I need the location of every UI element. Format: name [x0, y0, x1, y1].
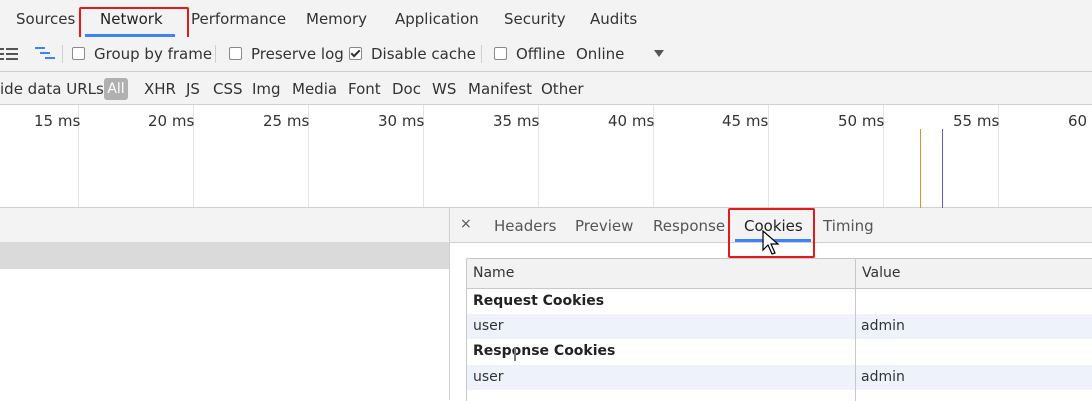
timeline-tick: 55 ms — [953, 112, 1000, 130]
timeline-tick: 50 ms — [838, 112, 885, 130]
section-label: Response Cookies — [473, 343, 616, 359]
column-divider — [855, 259, 856, 401]
mouse-pointer-icon — [762, 230, 780, 255]
tab-timing[interactable]: Timing — [823, 217, 874, 235]
tab-application[interactable]: Application — [395, 10, 479, 28]
timeline-tick: 25 ms — [263, 112, 310, 130]
timeline-tick: 40 ms — [608, 112, 655, 130]
filter-manifest[interactable]: Manifest — [468, 80, 532, 98]
cookies-table: Name Value Request Cookies user admin Re… — [466, 258, 1092, 401]
filter-font[interactable]: Font — [348, 80, 381, 98]
timeline-tick: 15 ms — [34, 112, 81, 130]
filter-other[interactable]: Other — [541, 80, 584, 98]
filter-ws[interactable]: WS — [432, 80, 456, 98]
filter-css[interactable]: CSS — [213, 80, 243, 98]
filter-bar: ide data URLs XHR JS CSS Img Media Font … — [0, 72, 1092, 105]
tab-response[interactable]: Response — [653, 217, 725, 235]
timeline-tick: 30 ms — [378, 112, 425, 130]
tab-headers[interactable]: Headers — [494, 217, 556, 235]
preserve-log-checkbox[interactable] — [229, 47, 242, 60]
timeline-tick: 45 ms — [722, 112, 769, 130]
column-header-name[interactable]: Name — [467, 259, 855, 289]
response-cookies-section: Response Cookies — [467, 339, 1092, 364]
table-row[interactable]: user admin — [467, 365, 1092, 390]
filter-img[interactable]: Img — [252, 80, 281, 98]
tab-sources[interactable]: Sources — [16, 10, 75, 28]
group-by-frame-checkbox[interactable] — [72, 47, 85, 60]
tab-performance[interactable]: Performance — [191, 10, 286, 28]
toolbar-divider — [62, 45, 63, 63]
dropdown-caret-icon[interactable] — [654, 50, 664, 57]
throttling-select[interactable]: Online — [576, 45, 624, 63]
timeline-tick: 35 ms — [493, 112, 540, 130]
toolbar-divider — [481, 45, 482, 63]
waterfall-icon[interactable] — [35, 47, 57, 61]
highlight-box-network-tab — [79, 7, 189, 40]
offline-checkbox[interactable] — [494, 47, 507, 60]
section-label: Request Cookies — [473, 293, 605, 309]
timeline-tick: 60 m — [1068, 112, 1092, 130]
filter-doc[interactable]: Doc — [392, 80, 421, 98]
request-list — [0, 208, 450, 400]
text-cursor-icon — [514, 347, 516, 361]
filter-all[interactable]: All — [104, 78, 128, 100]
selected-request-row[interactable] — [0, 243, 449, 269]
hide-data-urls-label[interactable]: ide data URLs — [0, 80, 104, 98]
timeline-tick: 20 ms — [148, 112, 195, 130]
cookie-name: user — [473, 318, 504, 334]
cookie-value: admin — [861, 318, 905, 334]
tab-security[interactable]: Security — [504, 10, 566, 28]
tab-audits[interactable]: Audits — [590, 10, 637, 28]
load-event-marker — [942, 129, 943, 209]
list-view-icon[interactable] — [0, 48, 20, 60]
toolbar-divider — [215, 45, 216, 63]
offline-option[interactable]: Offline — [494, 45, 565, 63]
cookie-value: admin — [861, 369, 905, 385]
tab-memory[interactable]: Memory — [306, 10, 367, 28]
filter-xhr[interactable]: XHR — [144, 80, 176, 98]
close-icon[interactable]: × — [460, 216, 472, 232]
network-overview-timeline: 15 ms 20 ms 25 ms 30 ms 35 ms 40 ms 45 m… — [0, 105, 1092, 209]
request-list-header — [0, 208, 449, 243]
group-by-frame-option[interactable]: Group by frame — [72, 45, 212, 63]
request-cookies-section: Request Cookies — [467, 289, 1092, 314]
disable-cache-checkbox[interactable] — [349, 47, 362, 60]
preserve-log-option[interactable]: Preserve log — [229, 45, 344, 63]
table-row[interactable]: user admin — [467, 314, 1092, 339]
cookie-name: user — [473, 369, 504, 385]
disable-cache-option[interactable]: Disable cache — [349, 45, 476, 63]
tab-preview[interactable]: Preview — [575, 217, 633, 235]
column-header-value[interactable]: Value — [856, 259, 1092, 289]
filter-js[interactable]: JS — [186, 80, 200, 98]
filter-media[interactable]: Media — [292, 80, 337, 98]
network-toolbar: Group by frame Preserve log Disable cach… — [0, 37, 1092, 72]
dom-content-loaded-marker — [920, 129, 921, 209]
